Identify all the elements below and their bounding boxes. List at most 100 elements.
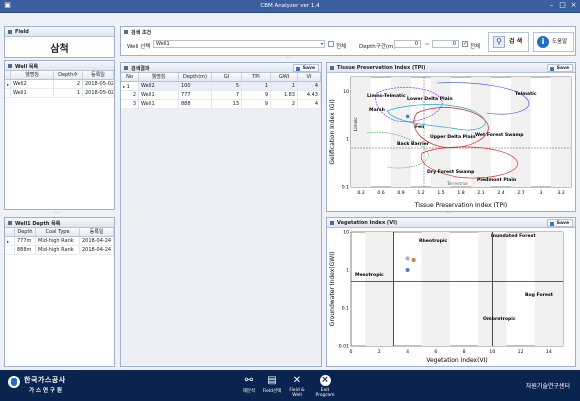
tpi-x-tick: 3 xyxy=(540,190,543,196)
splitter-handle[interactable]: ···· xyxy=(286,56,296,60)
tools-icon: ✕ xyxy=(292,375,302,386)
vi-x-tick: 0 xyxy=(350,349,353,355)
exit-icon: × xyxy=(319,375,331,386)
col-gwi[interactable]: GWI xyxy=(271,73,298,82)
tpi-x-tick: 0.9 xyxy=(397,190,404,196)
vi-x-tick: 14 xyxy=(546,349,552,355)
splitter-handle[interactable]: ···· xyxy=(55,211,63,215)
info-icon: i xyxy=(537,36,549,48)
depth-from-input[interactable] xyxy=(394,40,421,48)
minimize-icon[interactable]: – xyxy=(547,1,556,10)
depth-range-label: Depth구간(m) xyxy=(359,44,396,50)
reanalyze-button[interactable]: ⚯ 재분석 xyxy=(238,375,260,394)
tpi-y-tick: 0.1 xyxy=(342,185,349,191)
close-icon[interactable]: × xyxy=(569,1,578,10)
results-panel: 검색결과 Save No 웰명칭 Depth(m) GI TPI GWI VI … xyxy=(120,62,322,367)
vi-x-tick: 2 xyxy=(378,349,381,355)
vi-chart: Rheotropic Inundated Forest Mesotropic B… xyxy=(329,230,564,364)
tpi-region-label: Dry Forest Swamp xyxy=(427,169,475,175)
col-gi[interactable]: GI xyxy=(212,73,242,82)
well-list-header: Well 목록 xyxy=(5,61,114,71)
well-select[interactable]: Well1 ▾ xyxy=(153,40,325,48)
tpi-header: Tissue Preservation Index (TPI) Save xyxy=(327,63,575,73)
window-title: CBM Analyzer ver 1.4 xyxy=(260,3,320,9)
tpi-points xyxy=(405,114,410,119)
field-header: Field xyxy=(5,27,114,37)
tpi-y-ticks: 0.1 1 10 xyxy=(342,89,349,191)
tpi-x-tick: 1.5 xyxy=(437,190,444,196)
tpi-region-label: Limnic xyxy=(353,117,358,131)
tpi-region-label: Wet Forest Swamp xyxy=(475,132,524,138)
tpi-y-label: Gelification Index (GI) xyxy=(329,99,336,164)
tpi-region-label: Fen xyxy=(415,124,424,130)
vi-x-tick: 12 xyxy=(518,349,524,355)
vi-panel: Vegetation Index (VI) Save Rheotropic In… xyxy=(326,217,576,367)
depth-all-checkbox[interactable]: ✓ xyxy=(462,41,468,47)
help-button[interactable]: i 도움말 xyxy=(533,32,574,52)
field-select-button[interactable]: ▤ Field선택 xyxy=(259,375,285,394)
chain-icon: ⚯ xyxy=(244,375,254,386)
tpi-x-tick: 2.7 xyxy=(517,190,524,196)
vi-save-button[interactable]: Save xyxy=(546,219,573,227)
vi-region-label: Inundated Forest xyxy=(491,233,536,239)
vi-y-tick: 0.01 xyxy=(339,344,349,350)
kogas-logo-icon xyxy=(8,376,20,388)
col-depth-m[interactable]: Depth(m) xyxy=(179,73,212,82)
col-reg-date[interactable]: 등록일 xyxy=(83,71,114,80)
vi-y-label: Groundwater Index(GWI) xyxy=(329,252,336,327)
tpi-band xyxy=(551,77,571,187)
col-well-name[interactable]: 웰명칭 xyxy=(11,71,54,80)
well-select-label: Well 선택 xyxy=(127,44,151,50)
vi-y-tick: 10 xyxy=(343,230,349,236)
tpi-x-tick: 0.6 xyxy=(377,190,384,196)
col-vi[interactable]: VI xyxy=(298,73,321,82)
vi-region-label: Ombrotropic xyxy=(483,316,516,322)
maximize-icon[interactable]: □ xyxy=(558,1,567,10)
tpi-region-label: Lower Delta Plain xyxy=(407,96,453,102)
depth-grid: Depth Coal Type 등록일 ▸ 777m Mid-high Rank… xyxy=(5,228,114,366)
field-panel: Field 삼척 xyxy=(4,26,115,58)
results-save-button[interactable]: Save xyxy=(292,64,319,72)
well-all-checkbox[interactable] xyxy=(328,41,334,47)
tpi-panel: Tissue Preservation Index (TPI) Save Lim… xyxy=(326,62,576,212)
depth-list-header: Well1 Depth 목록 xyxy=(5,218,114,228)
col-well[interactable]: 웰명칭 xyxy=(139,73,179,82)
vi-x-ticks: 0 2 4 6 8 10 12 14 xyxy=(350,349,552,355)
col-no[interactable]: No xyxy=(121,73,139,82)
field-well-button[interactable]: ✕ Field & Well xyxy=(285,375,309,398)
tpi-region-label: Piedmont Plain xyxy=(477,177,516,183)
col-depth[interactable]: Depth xyxy=(15,228,36,237)
tpi-x-tick: 2.1 xyxy=(477,190,484,196)
col-depth-date[interactable]: 등록일 xyxy=(80,228,114,237)
vi-x-tick: 10 xyxy=(489,349,495,355)
tpi-region-label: Telmatic xyxy=(515,91,537,97)
logo-sub-text: 가 스 연 구 원 xyxy=(29,388,62,394)
tpi-region-label: Back Barrier xyxy=(397,141,430,147)
col-coal-type[interactable]: Coal Type xyxy=(36,228,80,237)
depth-to-input[interactable] xyxy=(432,40,459,48)
vi-y-ticks: 0.01 0.1 1 10 xyxy=(339,230,349,350)
tpi-y-tick: 10 xyxy=(343,89,349,95)
vi-x-tick: 8 xyxy=(463,349,466,355)
vi-data-point xyxy=(405,268,410,272)
research-center-text: 자원기술연구센터 xyxy=(525,383,570,390)
vi-band xyxy=(365,232,394,346)
tpi-save-button[interactable]: Save xyxy=(546,64,573,72)
well-grid: 웰명칭 Depth수 등록일 ▸ Well2 2 2018-05-02 Well… xyxy=(5,71,114,98)
vi-y-tick: 1 xyxy=(346,268,349,274)
footer-bar: 한국가스공사 가 스 연 구 원 ⚯ 재분석 ▤ Field선택 ✕ Field… xyxy=(0,370,580,401)
search-button[interactable]: ⚲ 검 색 xyxy=(488,32,529,52)
field-value: 삼척 xyxy=(50,44,69,55)
tpi-region-label: Marsh xyxy=(369,107,385,113)
vi-x-tick: 4 xyxy=(406,349,409,355)
tpi-region-label: Terrestrial xyxy=(446,181,468,186)
col-depth-count[interactable]: Depth수 xyxy=(54,71,83,80)
chevron-down-icon: ▾ xyxy=(320,41,323,46)
exit-program-button[interactable]: × Exit Program xyxy=(311,375,339,398)
depth-all-label: 전체 xyxy=(470,44,481,50)
splitter-handle[interactable]: ···· xyxy=(446,211,456,215)
col-tpi[interactable]: TPI xyxy=(242,73,271,82)
tpi-data-point xyxy=(405,114,410,119)
vi-band xyxy=(534,232,563,346)
results-grid: No 웰명칭 Depth(m) GI TPI GWI VI ▸ 1 Well2 … xyxy=(121,73,321,366)
